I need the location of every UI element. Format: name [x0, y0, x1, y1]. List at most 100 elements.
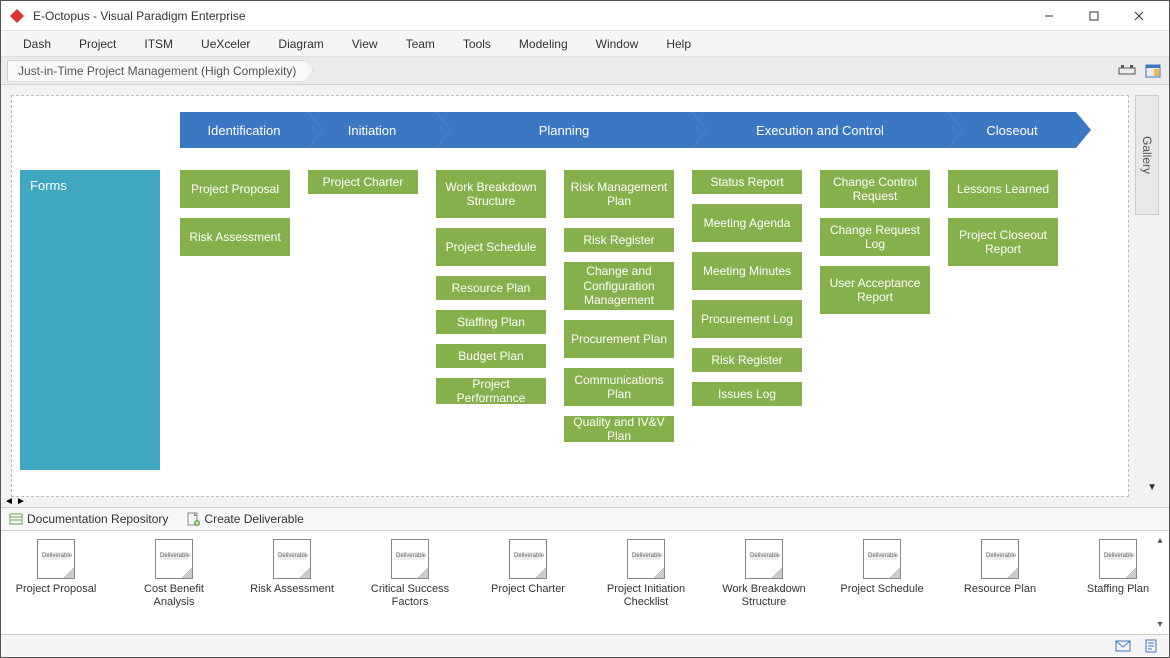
- column-initiation: Project Charter: [308, 170, 418, 470]
- menu-itsm[interactable]: ITSM: [130, 33, 187, 55]
- form-card[interactable]: Budget Plan: [436, 344, 546, 368]
- create-deliverable-button[interactable]: Create Deliverable: [186, 512, 303, 526]
- deliverable-badge: Deliverable: [396, 552, 424, 560]
- form-card[interactable]: Change and Configuration Management: [564, 262, 674, 310]
- form-card[interactable]: Risk Register: [692, 348, 802, 372]
- menu-diagram[interactable]: Diagram: [264, 33, 337, 55]
- gallery-tab[interactable]: Gallery: [1135, 95, 1159, 215]
- deliverable-item[interactable]: DeliverableCritical Success Factors: [367, 539, 453, 608]
- create-deliverable-label: Create Deliverable: [204, 512, 303, 526]
- form-card[interactable]: Procurement Log: [692, 300, 802, 338]
- phase-execution-and-control[interactable]: Execution and Control: [692, 112, 948, 148]
- menu-project[interactable]: Project: [65, 33, 130, 55]
- phase-initiation[interactable]: Initiation: [308, 112, 436, 148]
- minimize-button[interactable]: [1026, 1, 1071, 31]
- new-doc-icon: [186, 512, 200, 526]
- deliverable-label: Work Breakdown Structure: [721, 583, 807, 608]
- column-execution_b: Change Control Request Change Request Log…: [820, 170, 930, 470]
- deliverable-label: Resource Plan: [964, 583, 1036, 596]
- menu-help[interactable]: Help: [652, 33, 705, 55]
- phase-closeout[interactable]: Closeout: [948, 112, 1076, 148]
- form-card[interactable]: Risk Register: [564, 228, 674, 252]
- window-title: E-Octopus - Visual Paradigm Enterprise: [33, 9, 1026, 23]
- documentation-repository-label: Documentation Repository: [27, 512, 168, 526]
- scroll-down-icon[interactable]: ▼: [1147, 482, 1157, 493]
- note-icon[interactable]: [1143, 638, 1159, 654]
- column-closeout: Lessons Learned Project Closeout Report: [948, 170, 1058, 470]
- phase-identification[interactable]: Identification: [180, 112, 308, 148]
- form-card[interactable]: Change Request Log: [820, 218, 930, 256]
- close-button[interactable]: [1116, 1, 1161, 31]
- form-card[interactable]: Project Charter: [308, 170, 418, 194]
- form-card[interactable]: Staffing Plan: [436, 310, 546, 334]
- diagram-canvas[interactable]: IdentificationInitiationPlanningExecutio…: [11, 95, 1129, 497]
- form-card[interactable]: Status Report: [692, 170, 802, 194]
- deliverable-scroll-up-icon[interactable]: ▴: [1157, 535, 1162, 546]
- toolbar-layout-icon[interactable]: [1117, 61, 1137, 81]
- form-card[interactable]: Work Breakdown Structure: [436, 170, 546, 218]
- breadcrumb-bar: Just-in-Time Project Management (High Co…: [1, 57, 1169, 85]
- form-card[interactable]: Project Performance: [436, 378, 546, 404]
- deliverable-scrollbar[interactable]: ▴ ▾: [1153, 535, 1167, 630]
- form-card[interactable]: Project Schedule: [436, 228, 546, 266]
- deliverable-scroll-down-icon[interactable]: ▾: [1157, 619, 1162, 630]
- form-card[interactable]: Quality and IV&V Plan: [564, 416, 674, 442]
- deliverable-label: Cost Benefit Analysis: [131, 583, 217, 608]
- deliverable-thumb-icon: Deliverable: [745, 539, 783, 579]
- menu-team[interactable]: Team: [392, 33, 449, 55]
- deliverable-item[interactable]: DeliverableRisk Assessment: [249, 539, 335, 596]
- deliverable-thumb-icon: Deliverable: [863, 539, 901, 579]
- mail-icon[interactable]: [1115, 638, 1131, 654]
- deliverable-label: Project Initiation Checklist: [603, 583, 689, 608]
- column-planning_a: Work Breakdown Structure Project Schedule…: [436, 170, 546, 470]
- menu-uexceler[interactable]: UeXceler: [187, 33, 264, 55]
- form-card[interactable]: Change Control Request: [820, 170, 930, 208]
- menu-modeling[interactable]: Modeling: [505, 33, 582, 55]
- deliverable-thumb-icon: Deliverable: [1099, 539, 1137, 579]
- form-card[interactable]: Procurement Plan: [564, 320, 674, 358]
- deliverable-label: Project Proposal: [16, 583, 97, 596]
- form-card[interactable]: Risk Assessment: [180, 218, 290, 256]
- deliverable-item[interactable]: Deliverable Work Breakdown Structure: [721, 539, 807, 608]
- toolbar-panel-icon[interactable]: [1143, 61, 1163, 81]
- deliverable-item[interactable]: Deliverable Resource Plan: [957, 539, 1043, 596]
- form-card[interactable]: Issues Log: [692, 382, 802, 406]
- deliverable-item[interactable]: DeliverableProject Schedule: [839, 539, 925, 596]
- scroll-left-icon[interactable]: ◄: [3, 495, 15, 507]
- phase-planning[interactable]: Planning: [436, 112, 692, 148]
- menu-dash[interactable]: Dash: [9, 33, 65, 55]
- form-card[interactable]: Project Proposal: [180, 170, 290, 208]
- column-identification: Project Proposal Risk Assessment: [180, 170, 290, 470]
- deliverable-toolbar: Documentation Repository Create Delivera…: [1, 507, 1169, 531]
- deliverable-label: Project Charter: [491, 583, 565, 596]
- deliverable-item[interactable]: Deliverable Project Initiation Checklist: [603, 539, 689, 608]
- form-card[interactable]: Project Closeout Report: [948, 218, 1058, 266]
- menu-view[interactable]: View: [338, 33, 392, 55]
- deliverable-badge: Deliverable: [278, 552, 306, 560]
- menubar: DashProjectITSMUeXcelerDiagramViewTeamTo…: [1, 31, 1169, 57]
- deliverable-thumb-icon: Deliverable: [981, 539, 1019, 579]
- form-card[interactable]: Lessons Learned: [948, 170, 1058, 208]
- deliverable-item[interactable]: DeliverableStaffing Plan: [1075, 539, 1161, 596]
- deliverable-badge: Deliverable: [632, 552, 660, 560]
- form-card[interactable]: Meeting Agenda: [692, 204, 802, 242]
- menu-tools[interactable]: Tools: [449, 33, 505, 55]
- form-card[interactable]: Meeting Minutes: [692, 252, 802, 290]
- menu-window[interactable]: Window: [582, 33, 653, 55]
- deliverable-item[interactable]: DeliverableCost Benefit Analysis: [131, 539, 217, 608]
- deliverable-badge: Deliverable: [750, 552, 778, 560]
- form-card[interactable]: Communications Plan: [564, 368, 674, 406]
- form-card[interactable]: Risk Management Plan: [564, 170, 674, 218]
- deliverable-item[interactable]: DeliverableProject Charter: [485, 539, 571, 596]
- deliverable-badge: Deliverable: [986, 552, 1014, 560]
- scroll-right-icon[interactable]: ►: [15, 495, 27, 507]
- forms-row-label[interactable]: Forms: [20, 170, 160, 470]
- deliverable-row: DeliverableProject ProposalDeliverableCo…: [1, 531, 1169, 635]
- form-card[interactable]: User Acceptance Report: [820, 266, 930, 314]
- documentation-repository-button[interactable]: Documentation Repository: [9, 512, 168, 526]
- deliverable-item[interactable]: DeliverableProject Proposal: [13, 539, 99, 596]
- breadcrumb-item[interactable]: Just-in-Time Project Management (High Co…: [7, 60, 313, 82]
- titlebar: E-Octopus - Visual Paradigm Enterprise: [1, 1, 1169, 31]
- maximize-button[interactable]: [1071, 1, 1116, 31]
- form-card[interactable]: Resource Plan: [436, 276, 546, 300]
